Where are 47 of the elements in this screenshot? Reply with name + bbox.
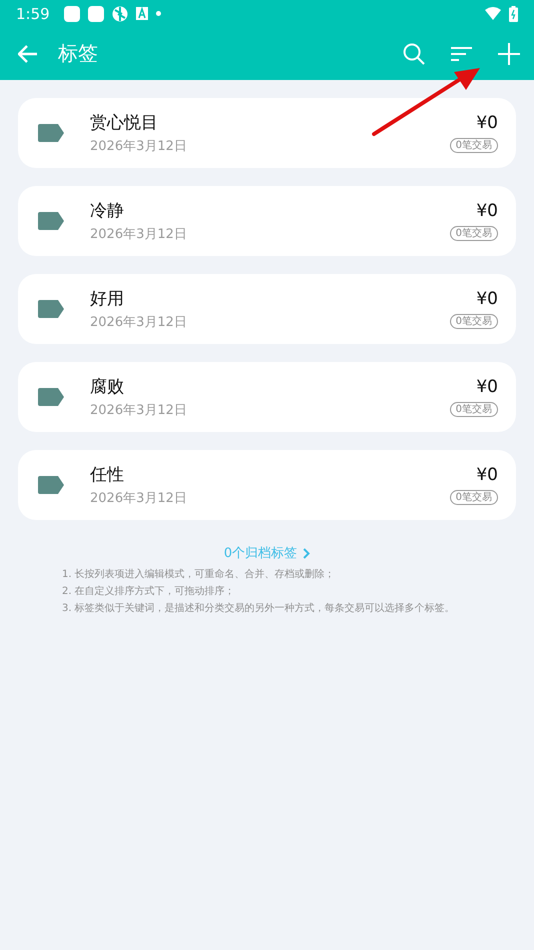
help-note: 2. 在自定义排序方式下，可拖动排序； xyxy=(62,585,236,598)
tag-date: 2026年3月12日 xyxy=(90,490,188,507)
sort-icon[interactable] xyxy=(451,46,472,62)
tag-card[interactable]: 腐败 2026年3月12日 ¥0 0笔交易 xyxy=(18,362,516,432)
tag-name: 好用 xyxy=(90,288,125,310)
transaction-count: 0笔交易 xyxy=(450,138,498,153)
keyboard-icon xyxy=(136,7,148,20)
tag-card[interactable]: 任性 2026年3月12日 ¥0 0笔交易 xyxy=(18,450,516,520)
tag-icon xyxy=(38,124,64,142)
tag-icon xyxy=(38,476,64,494)
wifi-icon xyxy=(485,7,501,20)
tag-name: 冷静 xyxy=(90,200,125,222)
tag-amount: ¥0 xyxy=(476,289,498,309)
tag-amount: ¥0 xyxy=(476,201,498,221)
tag-icon xyxy=(38,388,64,406)
tag-name: 任性 xyxy=(90,464,125,486)
tag-card[interactable]: 好用 2026年3月12日 ¥0 0笔交易 xyxy=(18,274,516,344)
transaction-count: 0笔交易 xyxy=(450,490,498,505)
tag-card[interactable]: 冷静 2026年3月12日 ¥0 0笔交易 xyxy=(18,186,516,256)
transaction-count: 0笔交易 xyxy=(450,314,498,329)
tag-card[interactable]: 赏心悦目 2026年3月12日 ¥0 0笔交易 xyxy=(18,98,516,168)
add-icon[interactable] xyxy=(498,42,520,64)
transaction-count: 0笔交易 xyxy=(450,402,498,417)
tag-date: 2026年3月12日 xyxy=(90,226,188,243)
battery-icon xyxy=(509,6,518,22)
chevron-right-icon xyxy=(303,548,310,558)
tag-name: 腐败 xyxy=(90,376,125,398)
help-note: 3. 标签类似于关键词，是描述和分类交易的另外一种方式，每条交易可以选择多个标签。 xyxy=(62,602,456,615)
status-time: 1:59 xyxy=(16,4,50,22)
search-icon[interactable] xyxy=(403,42,425,64)
aperture-icon xyxy=(112,6,128,22)
help-note: 1. 长按列表项进入编辑模式，可重命名、合并、存档或删除； xyxy=(62,568,336,581)
tag-date: 2026年3月12日 xyxy=(90,402,188,419)
transaction-count: 0笔交易 xyxy=(450,226,498,241)
tag-amount: ¥0 xyxy=(476,113,498,133)
back-arrow-icon[interactable] xyxy=(18,44,38,62)
page-title: 标签 xyxy=(58,40,99,67)
tag-date: 2026年3月12日 xyxy=(90,314,188,331)
dot-icon xyxy=(156,11,161,16)
app-icon xyxy=(88,6,104,22)
tag-icon xyxy=(38,300,64,318)
tag-name: 赏心悦目 xyxy=(90,112,159,134)
tag-date: 2026年3月12日 xyxy=(90,138,188,155)
app-icon xyxy=(64,6,80,22)
tag-amount: ¥0 xyxy=(476,377,498,397)
tag-amount: ¥0 xyxy=(476,465,498,485)
tag-icon xyxy=(38,212,64,230)
